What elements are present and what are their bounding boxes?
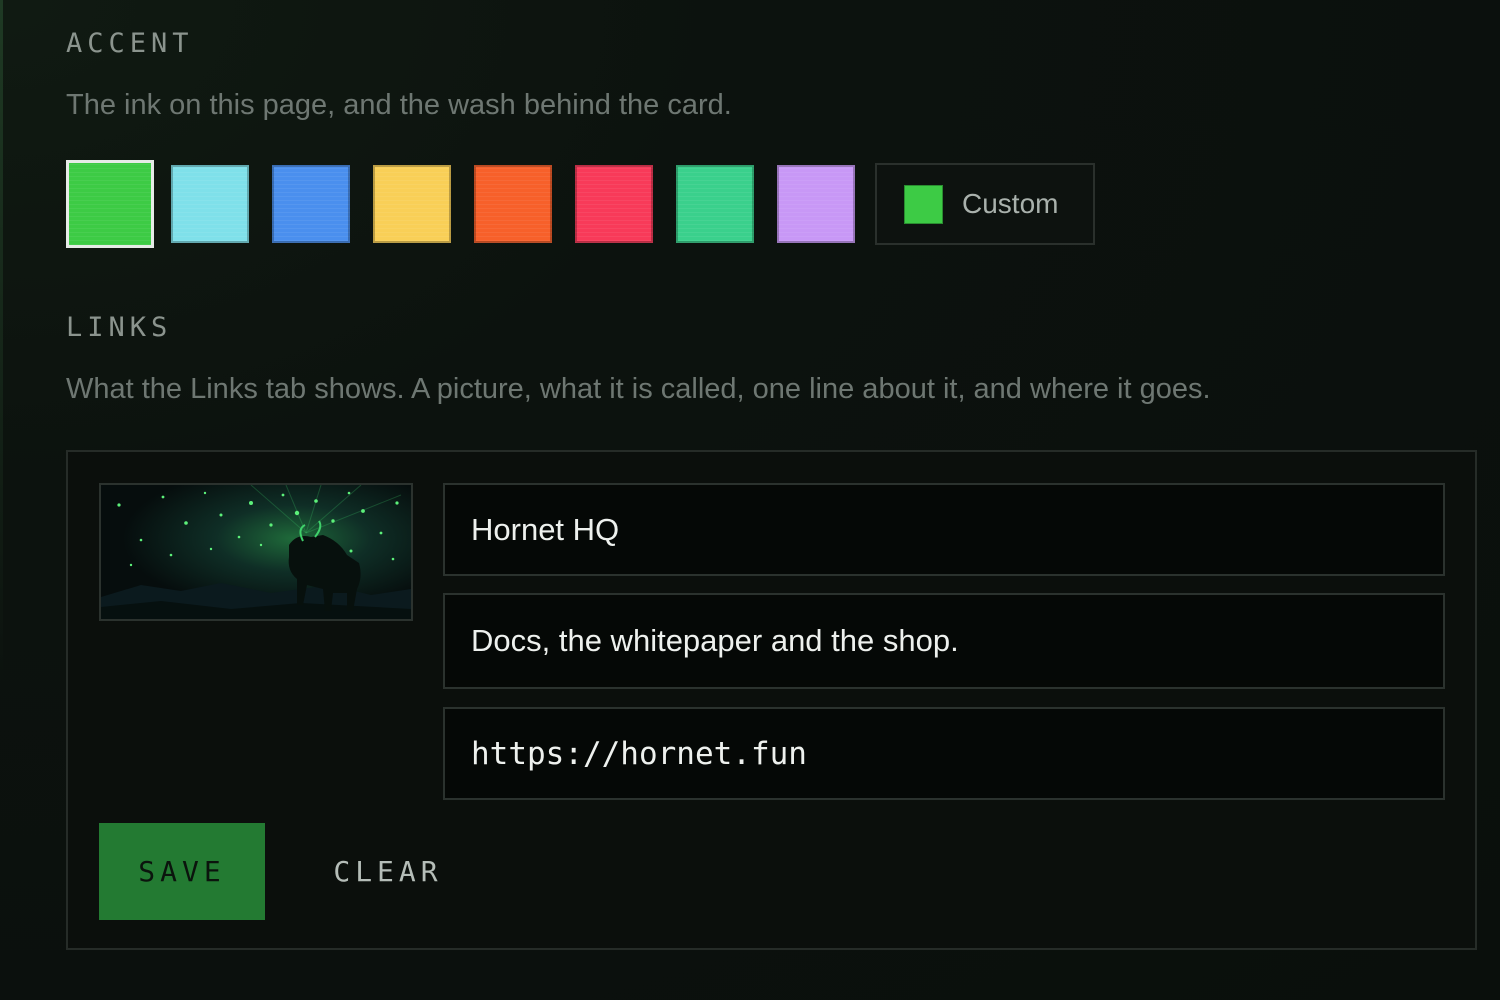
clear-button[interactable]: CLEAR [308,823,468,920]
swatch-yellow[interactable] [373,165,451,243]
accent-section-label: ACCENT [66,28,194,59]
accent-swatch-row: Custom [66,160,1095,248]
accent-section-description: The ink on this page, and the wash behin… [66,89,732,121]
link-url-input[interactable] [443,707,1445,800]
link-title-input[interactable] [443,483,1445,576]
custom-color-label: Custom [962,188,1059,219]
link-editor-card: SAVE CLEAR [66,450,1477,950]
link-image-thumbnail[interactable] [99,483,413,621]
swatch-cyan[interactable] [171,165,249,243]
swatch-blue[interactable] [272,165,350,243]
links-section-label: LINKS [66,312,173,343]
links-section-description: What the Links tab shows. A picture, wha… [66,373,1211,405]
custom-color-button[interactable]: Custom [875,163,1095,245]
swatch-purple[interactable] [777,165,855,243]
swatch-green[interactable] [66,160,154,248]
swatch-teal[interactable] [676,165,754,243]
link-description-input[interactable] [443,593,1445,689]
swatch-red[interactable] [575,165,653,243]
page-edge-line [0,0,3,680]
swatch-orange[interactable] [474,165,552,243]
save-button[interactable]: SAVE [99,823,265,920]
custom-color-chip [904,184,943,224]
bull-under-green-starfield-image [101,485,411,619]
